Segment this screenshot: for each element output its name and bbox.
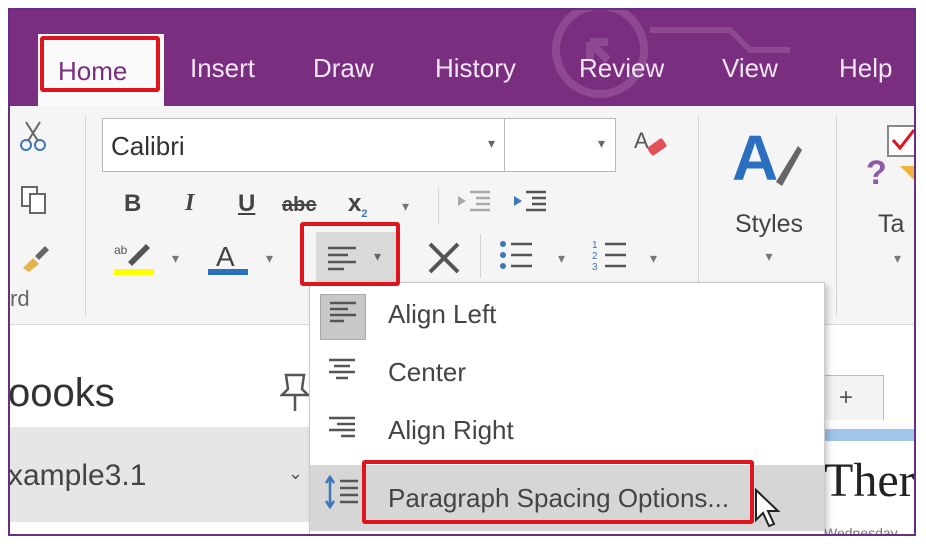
increase-indent-icon[interactable]	[510, 186, 550, 224]
align-left-icon	[320, 294, 366, 340]
clipboard-group-label: rd	[10, 286, 30, 311]
tags-label: Ta	[878, 210, 905, 238]
group-separator	[836, 116, 837, 316]
cut-icon[interactable]	[18, 120, 48, 160]
svg-text:A: A	[216, 241, 235, 272]
chevron-down-icon[interactable]: ⌄	[288, 463, 303, 484]
chevron-down-icon[interactable]: ▾	[266, 250, 273, 267]
styles-icon: A	[732, 122, 802, 194]
svg-text:A: A	[634, 128, 649, 153]
add-section-tab[interactable]: +	[822, 375, 884, 420]
page-timestamp: Wednesday, ... 4:18 PM	[824, 525, 916, 536]
group-separator	[438, 188, 439, 224]
tags-icon: ?	[866, 125, 914, 190]
numbering-icon[interactable]: 123	[590, 238, 630, 280]
svg-text:?: ?	[866, 154, 887, 190]
menu-item-center[interactable]: Center	[310, 345, 824, 403]
onenote-window: Home Insert Draw History Review View Hel…	[8, 8, 916, 536]
svg-text:2: 2	[592, 251, 598, 262]
paragraph-spacing-icon	[320, 474, 364, 519]
format-painter-icon[interactable]	[18, 242, 50, 280]
underline-button[interactable]: U	[238, 190, 255, 218]
current-notebook-name: xample3.1	[8, 459, 147, 492]
svg-text:A: A	[732, 122, 778, 194]
group-separator	[480, 234, 481, 278]
tab-draw[interactable]: Draw	[313, 48, 374, 88]
decrease-indent-icon[interactable]	[454, 186, 494, 224]
chevron-down-icon[interactable]: ▾	[488, 135, 495, 152]
subscript-button[interactable]: x2	[348, 190, 367, 220]
section-color-bar	[822, 429, 914, 441]
highlight-outline-align-button	[300, 222, 400, 286]
copy-icon[interactable]	[18, 184, 50, 224]
page-title[interactable]: Ther	[824, 453, 914, 508]
styles-button[interactable]: A Styles ▾	[714, 114, 824, 284]
notebooks-header: oooks	[8, 371, 115, 415]
menu-item-label: Center	[388, 357, 467, 387]
svg-text:ab: ab	[114, 243, 128, 257]
tab-review[interactable]: Review	[579, 48, 664, 88]
font-size-combobox[interactable]: ▾	[504, 118, 616, 172]
menu-item-align-left[interactable]: Align Left	[310, 287, 824, 345]
chevron-down-icon: ▾	[765, 248, 773, 264]
notebook-pane: oooks xample3.1 ⌄	[8, 325, 312, 534]
align-center-icon	[320, 352, 364, 396]
chevron-down-icon[interactable]: ▾	[598, 135, 605, 152]
italic-button[interactable]: I	[185, 190, 194, 217]
tab-help[interactable]: Help	[839, 48, 892, 88]
chevron-down-icon[interactable]: ▾	[558, 250, 565, 267]
clear-formatting-icon[interactable]: A	[628, 126, 672, 170]
menu-item-label: Align Right	[388, 415, 514, 445]
highlighter-icon[interactable]: ab	[110, 240, 158, 284]
menu-item-align-right[interactable]: Align Right	[310, 403, 824, 461]
pin-icon[interactable]	[278, 373, 312, 413]
add-icon: +	[839, 384, 854, 411]
strikethrough-button[interactable]: abc	[282, 194, 316, 217]
tab-view[interactable]: View	[722, 48, 778, 88]
bullets-icon[interactable]	[496, 238, 536, 280]
page-area: + Ther Wednesday, ... 4:18 PM	[822, 325, 916, 536]
svg-text:1: 1	[592, 240, 598, 251]
chevron-down-icon[interactable]: ▾	[172, 250, 179, 267]
chevron-down-icon: ▾	[894, 250, 902, 266]
chevron-down-icon[interactable]: ▾	[402, 198, 409, 215]
align-right-icon	[320, 410, 364, 454]
tab-history[interactable]: History	[435, 48, 516, 88]
styles-label: Styles	[734, 210, 804, 238]
subscript-label: x	[348, 190, 362, 217]
font-name-value: Calibri	[111, 131, 185, 161]
current-notebook-row[interactable]: xample3.1 ⌄	[10, 427, 310, 522]
chevron-down-icon[interactable]: ▾	[650, 250, 657, 267]
svg-text:3: 3	[592, 262, 598, 272]
tags-button[interactable]: ? Ta ▾	[862, 120, 914, 290]
highlight-outline-paragraph-spacing	[362, 460, 754, 524]
clear-all-formatting-icon[interactable]	[422, 238, 466, 286]
tab-insert[interactable]: Insert	[190, 48, 255, 88]
bold-button[interactable]: B	[124, 190, 141, 218]
mouse-cursor-icon	[755, 488, 781, 528]
menu-item-label: Align Left	[388, 299, 497, 329]
font-name-combobox[interactable]: Calibri ▾	[102, 118, 506, 172]
highlight-outline-home-tab	[40, 36, 160, 92]
group-separator	[85, 116, 86, 316]
font-color-icon[interactable]: A	[206, 240, 250, 284]
